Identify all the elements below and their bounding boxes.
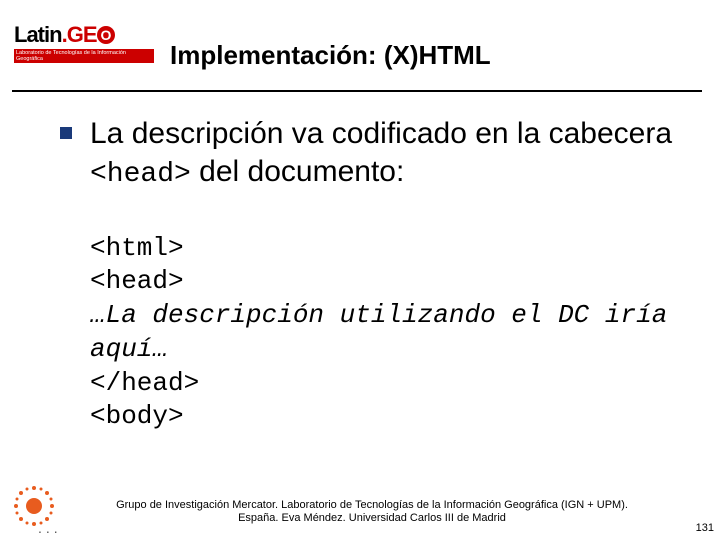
footer: Grupo de Investigación Mercator. Laborat… <box>72 499 672 527</box>
slide-body: La descripción va codificado en la cabec… <box>60 115 680 434</box>
bullet-item: La descripción va codificado en la cabec… <box>60 115 680 192</box>
bullet-square-icon <box>60 127 72 139</box>
brand-logo: Latin.GEO Laboratorio de Tecnologías de … <box>14 22 154 63</box>
bullet-text-before: La descripción va codificado en la cabec… <box>90 117 672 150</box>
page-number: 131 <box>696 522 714 534</box>
code-block: <html> <head> …La descripción utilizando… <box>90 232 680 435</box>
brand-wordmark: Latin.GEO <box>14 22 154 48</box>
brand-text-e: E <box>83 22 97 47</box>
brand-text-o: O <box>97 26 115 44</box>
divider <box>12 90 702 92</box>
code-line: </head> <box>90 367 680 401</box>
footer-line-2: España. Eva Méndez. Universidad Carlos I… <box>72 512 672 526</box>
slide-title: Implementación: (X)HTML <box>170 40 491 71</box>
brand-text-latin: Latin <box>14 22 62 47</box>
code-line-italic: …La descripción utilizando el DC iría aq… <box>90 299 680 367</box>
brand-text-g: G <box>67 22 83 47</box>
footer-line-1: Grupo de Investigación Mercator. Laborat… <box>72 499 672 513</box>
bullet-text-after: del documento: <box>191 155 404 188</box>
bullet-text: La descripción va codificado en la cabec… <box>90 115 680 192</box>
bullet-mono: <head> <box>90 159 191 190</box>
ellipsis-icon: ... <box>38 520 62 536</box>
code-line: <head> <box>90 265 680 299</box>
code-line: <body> <box>90 400 680 434</box>
code-line: <html> <box>90 232 680 266</box>
brand-subtitle: Laboratorio de Tecnologías de la Informa… <box>14 49 154 63</box>
